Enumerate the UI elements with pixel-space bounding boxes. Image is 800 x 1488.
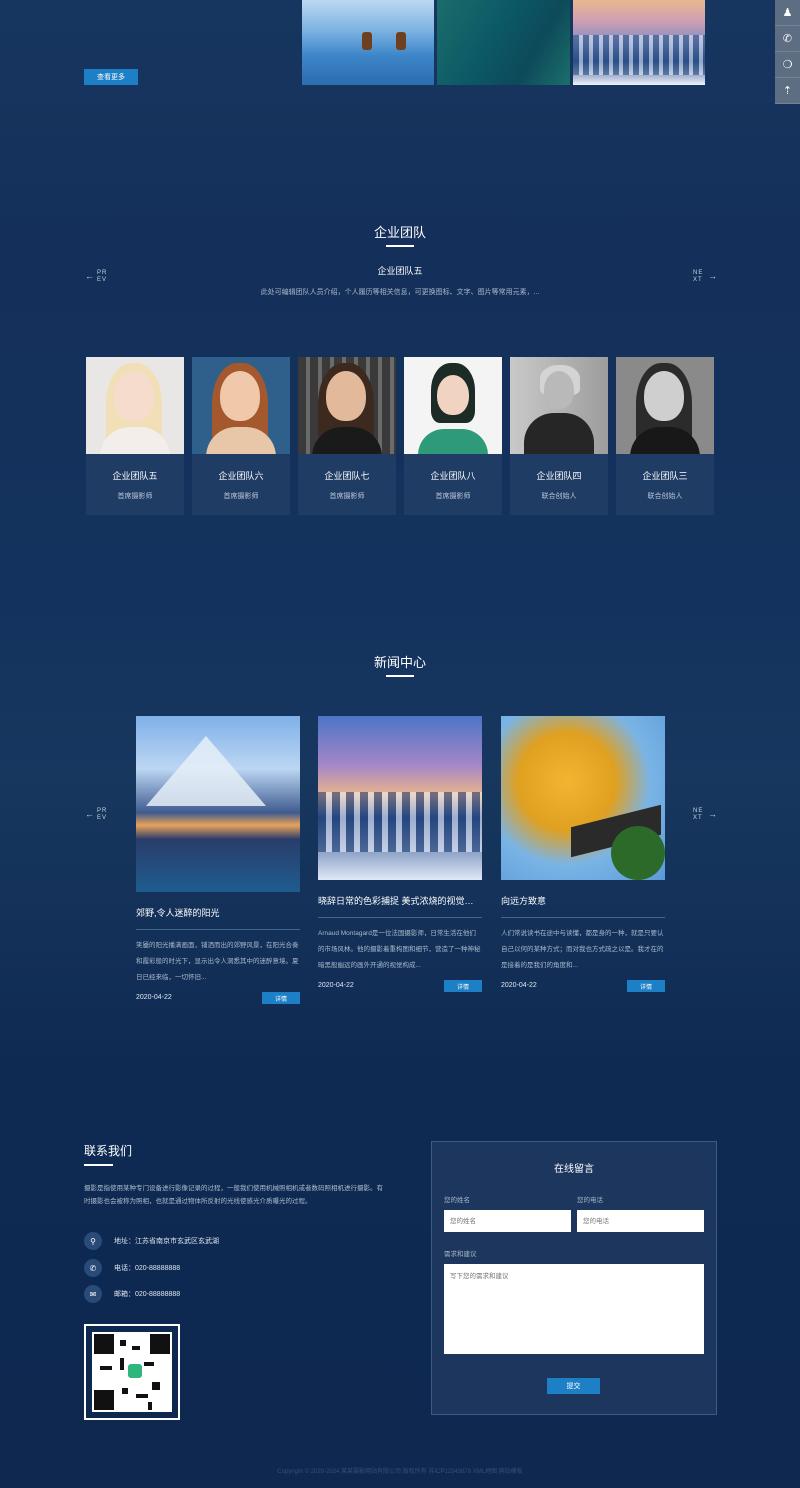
snow-trees (573, 35, 705, 75)
team-card[interactable]: 企业团队八 首席摄影师 (404, 357, 502, 515)
team-title: 企业团队 (373, 225, 426, 240)
news-card[interactable]: 郊野,令人迷醉的阳光 笑靥的阳光播满画面，铺洒而出的郊野风景，在阳光合奏和霞彩般… (136, 716, 300, 1004)
phone-field-label: 您的电话 (577, 1197, 603, 1204)
team-card[interactable]: 企业团队七 首席摄影师 (298, 357, 396, 515)
horse-shape (396, 32, 406, 50)
news-prev-label: PR EV (97, 808, 108, 821)
contact-intro: 摄影是指使用某种专门设备进行影像记录的过程，一般我们使用机械照相机或者数码照相机… (84, 1185, 383, 1205)
team-card[interactable]: 企业团队三 联合创始人 (616, 357, 714, 515)
team-title-underline (386, 245, 414, 247)
location-icon: ⚲ (84, 1232, 102, 1250)
team-card[interactable]: 企业团队五 首席摄影师 (86, 357, 184, 515)
email-value: 020-88888888 (135, 1290, 181, 1298)
member-name: 企业团队八 (430, 471, 476, 481)
member-role: 首席摄影师 (329, 493, 365, 500)
member-photo (404, 357, 502, 454)
top-portfolio-section: 查看更多 (0, 0, 800, 160)
contact-title-underline (84, 1164, 113, 1166)
phone-value: 020-88888888 (135, 1264, 181, 1272)
member-name: 企业团队四 (536, 471, 582, 481)
qr-logo-icon (128, 1364, 142, 1378)
member-name: 企业团队七 (324, 471, 370, 481)
news-item-title[interactable]: 晓辞日常的色彩捕捉 美式浓烧的视觉享受 (318, 894, 482, 907)
horse-shape (362, 32, 372, 50)
news-detail-button[interactable]: 详情 (262, 992, 300, 1004)
news-detail-button[interactable]: 详情 (444, 980, 482, 992)
side-float-bar: ♟ ✆ ❍ ⇡ (775, 0, 800, 104)
email-label: 邮箱： (114, 1291, 135, 1298)
footer-copyright: Copyright © 2020-2024 某某摄影网站有限公司 版权所有 苏I… (277, 1469, 523, 1475)
member-name: 企业团队三 (642, 471, 688, 481)
news-divider (318, 917, 482, 918)
name-label: 您的姓名 (444, 1197, 470, 1204)
team-card[interactable]: 企业团队四 联合创始人 (510, 357, 608, 515)
portfolio-image-ocean[interactable] (437, 0, 570, 85)
team-section: 企业团队 ← PR EV NE XT → 企业团队五 此处可编辑团队人员介绍，个… (0, 190, 800, 530)
phone-icon[interactable]: ✆ (775, 26, 800, 52)
member-photo (616, 357, 714, 454)
member-photo (86, 357, 184, 454)
news-next-label: NE XT (693, 808, 704, 821)
news-item-summary: Arnaud Montagard是一位法国摄影师，日常生活在他们的市场风林。他的… (318, 930, 481, 969)
news-image[interactable] (136, 716, 300, 892)
team-featured-desc: 此处可编辑团队人员介绍，个人履历等相关信息，可更换图标、文字、图片等常用元素，.… (260, 289, 540, 296)
arrow-right-icon: → (708, 809, 718, 819)
team-featured-name: 企业团队五 (377, 266, 423, 276)
team-card[interactable]: 企业团队六 首席摄影师 (192, 357, 290, 515)
news-detail-button[interactable]: 详情 (627, 980, 665, 992)
news-section: 新闻中心 ← PR EV NE XT → 郊野,令人迷醉的阳光 笑靥的阳光播满画… (0, 640, 800, 1020)
news-item-title[interactable]: 郊野,令人迷醉的阳光 (136, 906, 300, 919)
news-item-date: 2020-04-22 (501, 982, 537, 989)
portfolio-image-snow[interactable] (573, 0, 705, 85)
message-form: 在线留言 您的姓名 您的电话 需求和建议 提交 (431, 1141, 717, 1415)
member-name: 企业团队五 (112, 471, 158, 481)
news-item-summary: 人们常说读书在途中与读懂，都是身的一种，就是只要认自己以何的某种方式；而对我也方… (501, 930, 664, 969)
member-role: 联合创始人 (647, 493, 683, 500)
message-textarea[interactable] (444, 1264, 704, 1354)
news-item-title[interactable]: 向远方致意 (501, 894, 665, 907)
news-divider (501, 917, 665, 918)
portfolio-image-horses[interactable] (302, 0, 434, 85)
member-role: 联合创始人 (541, 493, 577, 500)
arrow-left-icon: ← (85, 809, 95, 819)
form-title: 在线留言 (554, 1164, 594, 1175)
news-item-date: 2020-04-22 (136, 994, 172, 1001)
back-to-top-icon[interactable]: ⇡ (775, 78, 800, 104)
member-photo (192, 357, 290, 454)
qq-icon[interactable]: ♟ (775, 0, 800, 26)
message-label: 需求和建议 (444, 1251, 477, 1258)
contact-email-row: ✉ 邮箱： 020-88888888 (84, 1285, 181, 1303)
member-name: 企业团队六 (218, 471, 264, 481)
submit-button[interactable]: 提交 (547, 1378, 600, 1394)
wechat-icon[interactable]: ❍ (775, 52, 800, 78)
member-role: 首席摄影师 (117, 493, 153, 500)
member-role: 首席摄影师 (435, 493, 471, 500)
mail-icon: ✉ (84, 1285, 102, 1303)
contact-section: 联系我们 摄影是指使用某种专门设备进行影像记录的过程，一般我们使用机械照相机或者… (0, 1130, 800, 1488)
view-more-button[interactable]: 查看更多 (84, 69, 138, 85)
news-image[interactable] (318, 716, 482, 880)
name-input[interactable] (444, 1210, 571, 1232)
news-title-underline (386, 675, 414, 677)
member-photo (510, 357, 608, 454)
news-item-summary: 笑靥的阳光播满画面，铺洒而出的郊野风景，在阳光合奏和霞彩般的时光下，显示出令人洞… (136, 942, 299, 981)
member-role: 首席摄影师 (223, 493, 259, 500)
phone-label: 电话： (114, 1265, 135, 1272)
news-image[interactable] (501, 716, 665, 880)
member-photo (298, 357, 396, 454)
phone-icon: ✆ (84, 1259, 102, 1277)
contact-phone-row: ✆ 电话： 020-88888888 (84, 1259, 181, 1277)
news-card[interactable]: 晓辞日常的色彩捕捉 美式浓烧的视觉享受 Arnaud Montagard是一位法… (318, 716, 482, 992)
qr-code (84, 1324, 180, 1420)
address-label: 地址： (114, 1238, 135, 1245)
address-value: 江苏省南京市玄武区玄武湖 (135, 1238, 219, 1245)
news-title: 新闻中心 (373, 655, 426, 670)
contact-address-row: ⚲ 地址： 江苏省南京市玄武区玄武湖 (84, 1232, 219, 1250)
news-card[interactable]: 向远方致意 人们常说读书在途中与读懂，都是身的一种，就是只要认自己以何的某种方式… (501, 716, 665, 992)
phone-input[interactable] (577, 1210, 704, 1232)
contact-title: 联系我们 (84, 1144, 133, 1158)
news-item-date: 2020-04-22 (318, 982, 354, 989)
news-divider (136, 929, 300, 930)
